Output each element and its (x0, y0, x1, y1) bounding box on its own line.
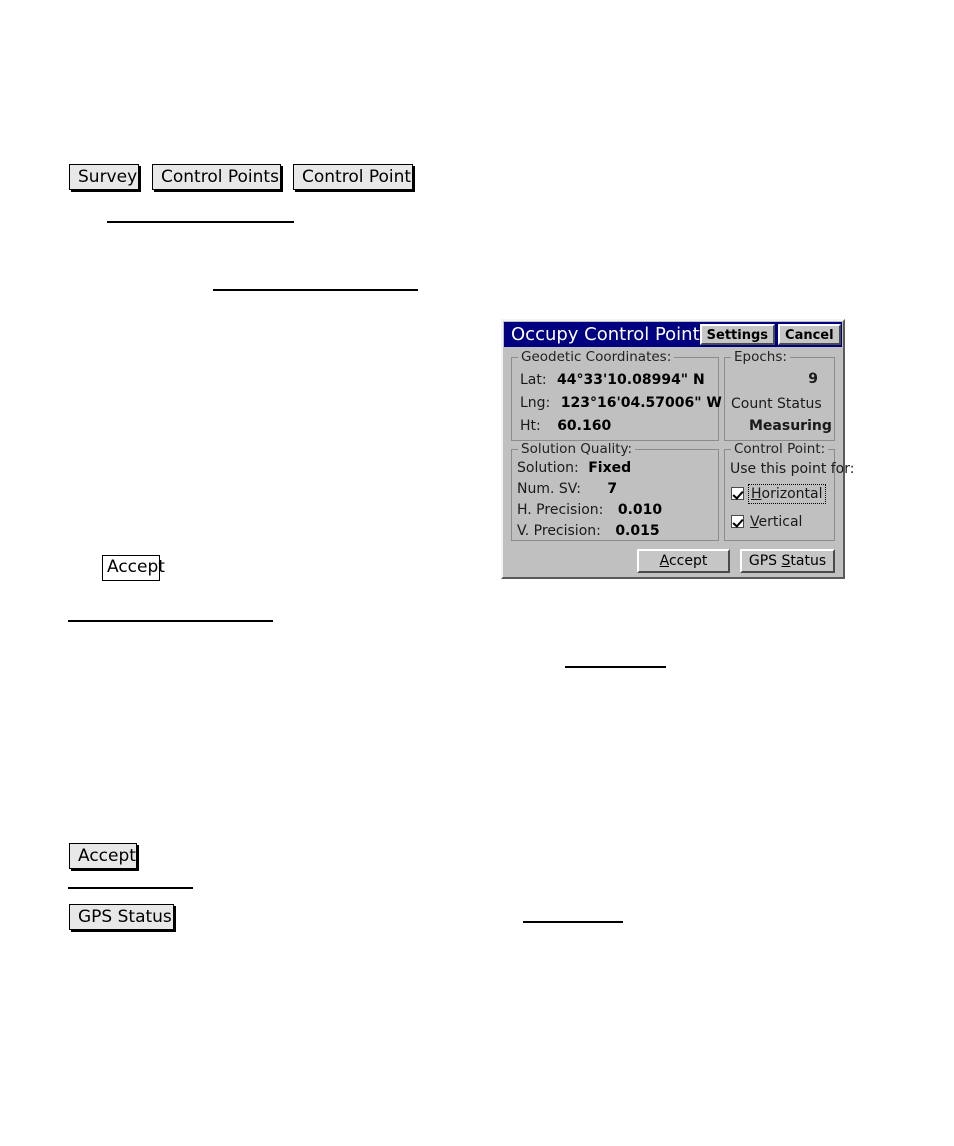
horizontal-label-rest: orizontal (761, 486, 823, 502)
doc-button-accept-2-label: Accept (78, 846, 136, 866)
doc-button-accept-1[interactable]: Accept (102, 555, 165, 581)
dialog-gps-status-label: GPS Status (749, 553, 826, 569)
longitude-label: Lng: (520, 395, 551, 411)
solution-label: Solution: (517, 460, 579, 476)
doc-button-accept-2[interactable]: Accept (69, 843, 137, 869)
cancel-button[interactable]: Cancel (778, 324, 841, 345)
doc-button-control-points-label: Control Points (161, 167, 279, 187)
vertical-checkbox-label[interactable]: Vertical (750, 514, 802, 530)
h-precision-label: H. Precision: (517, 502, 604, 518)
latitude-label: Lat: (520, 372, 547, 388)
epochs-count-value: 9 (808, 371, 818, 387)
v-precision-value: 0.015 (615, 523, 660, 539)
count-status-label: Count Status (731, 396, 822, 412)
epochs-legend: Epochs: (731, 349, 790, 365)
divider-rule-2 (213, 289, 418, 291)
vertical-checkbox-row[interactable]: Vertical (731, 514, 802, 530)
num-sv-row: Num. SV: 7 (517, 481, 617, 497)
dialog-title: Occupy Control Point (511, 324, 700, 345)
latitude-row: Lat: 44°33'10.08994" N (520, 372, 705, 388)
dialog-accept-label: Accept (660, 553, 708, 569)
vertical-accel-letter: V (750, 514, 759, 530)
epochs-count: 9 (725, 371, 818, 387)
v-precision-row: V. Precision: 0.015 (517, 523, 660, 539)
doc-button-control-point-label: Control Point (302, 167, 412, 187)
divider-rule-1 (107, 221, 294, 223)
geodetic-coordinates-legend: Geodetic Coordinates: (518, 349, 675, 365)
occupy-control-point-dialog: Occupy Control Point Settings Cancel Geo… (501, 319, 854, 579)
divider-rule-3 (68, 620, 273, 622)
vertical-checkbox[interactable] (731, 515, 744, 528)
accept-label-rest: ccept (668, 553, 708, 569)
num-sv-label: Num. SV: (517, 481, 581, 497)
settings-button[interactable]: Settings (699, 324, 776, 345)
doc-button-survey-label: Survey (78, 167, 138, 187)
solution-value: Fixed (588, 460, 632, 476)
longitude-value: 123°16'04.57006" W (560, 395, 722, 411)
accept-accel-letter: A (659, 553, 669, 569)
horizontal-checkbox-label[interactable]: Horizontal (748, 484, 826, 504)
epochs-group: Epochs: 9 Count Status Measuring (724, 349, 835, 441)
divider-rule-5 (68, 887, 193, 889)
doc-button-accept-1-label: Accept (107, 557, 165, 577)
gps-status-label-rest: tatus (790, 553, 827, 569)
horizontal-checkbox-row[interactable]: Horizontal (731, 484, 826, 504)
dialog-accept-button[interactable]: Accept (637, 549, 730, 573)
cancel-button-label: Cancel (785, 328, 834, 343)
height-value: 60.160 (557, 418, 612, 434)
geodetic-coordinates-group: Geodetic Coordinates: Lat: 44°33'10.0899… (511, 349, 722, 441)
doc-button-gps-status-label: GPS Status (78, 907, 172, 927)
doc-button-control-points[interactable]: Control Points (152, 164, 281, 190)
dialog-titlebar: Occupy Control Point Settings Cancel (504, 322, 842, 347)
longitude-row: Lng: 123°16'04.57006" W (520, 395, 722, 411)
dialog-gps-status-button[interactable]: GPS Status (740, 549, 835, 573)
doc-button-control-point[interactable]: Control Point (293, 164, 413, 190)
control-point-legend: Control Point: (731, 441, 829, 457)
horizontal-checkbox[interactable] (731, 487, 744, 500)
num-sv-value: 7 (607, 481, 618, 497)
doc-button-survey[interactable]: Survey (69, 164, 139, 190)
h-precision-row: H. Precision: 0.010 (517, 502, 662, 518)
height-row: Ht: 60.160 (520, 418, 611, 434)
use-point-for-instruction: Use this point for: (730, 461, 855, 477)
doc-button-gps-status[interactable]: GPS Status (69, 904, 174, 930)
height-label: Ht: (520, 418, 541, 434)
gps-status-label-pre: GPS (748, 553, 782, 569)
count-status-value: Measuring (749, 418, 832, 434)
divider-rule-4 (565, 666, 666, 668)
h-precision-value: 0.010 (617, 502, 663, 518)
solution-quality-legend: Solution Quality: (518, 441, 636, 457)
horizontal-accel-letter: H (751, 486, 762, 502)
vertical-label-rest: ertical (758, 514, 803, 530)
solution-quality-group: Solution Quality: Solution: Fixed Num. S… (511, 441, 719, 541)
divider-rule-6 (523, 921, 623, 923)
solution-row: Solution: Fixed (517, 460, 631, 476)
latitude-value: 44°33'10.08994" N (557, 372, 705, 388)
control-point-group: Control Point: Use this point for: Horiz… (724, 441, 854, 541)
v-precision-label: V. Precision: (517, 523, 601, 539)
settings-button-label: Settings (706, 328, 769, 343)
